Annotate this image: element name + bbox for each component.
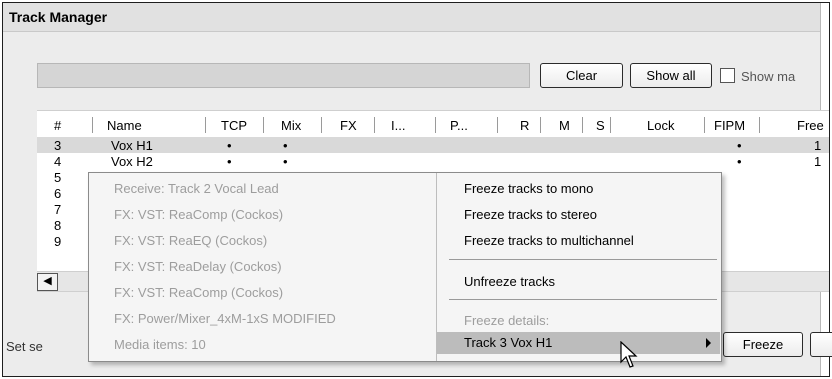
col-header-number[interactable]: # — [54, 118, 61, 133]
info-item: FX: VST: ReaDelay (Cockos) — [114, 259, 282, 274]
info-item: Receive: Track 2 Vocal Lead — [114, 181, 279, 196]
freeze-multichannel-item[interactable]: Freeze tracks to multichannel — [464, 233, 634, 248]
window-title: Track Manager — [9, 9, 108, 25]
table-row[interactable]: 4 Vox H2 • • • 1 — [37, 153, 829, 169]
clear-button[interactable]: Clear — [540, 63, 623, 88]
row-number: 3 — [54, 138, 62, 153]
col-header-mix[interactable]: Mix — [281, 118, 301, 133]
table-header: # Name TCP Mix FX I... P... R M S Lock F… — [37, 111, 829, 137]
show-master-checkbox[interactable] — [720, 68, 735, 83]
col-header-free[interactable]: Free — [797, 118, 824, 133]
menu-separator — [449, 299, 717, 300]
info-item: Media items: 10 — [114, 337, 206, 352]
freeze-details-label: Freeze details: — [464, 313, 550, 328]
menu-separator — [449, 259, 717, 260]
row-fipm[interactable]: • — [737, 154, 742, 169]
row-name: Vox H1 — [111, 138, 153, 153]
row-number: 6 — [54, 186, 62, 201]
track-info-panel: Receive: Track 2 Vocal Lead FX: VST: Rea… — [89, 173, 437, 361]
row-mix[interactable]: • — [283, 138, 288, 153]
info-item: FX: VST: ReaComp (Cockos) — [114, 207, 284, 222]
col-header-fx[interactable]: FX — [340, 118, 357, 133]
row-number: 5 — [54, 170, 62, 185]
mouse-cursor-icon — [620, 341, 638, 368]
status-text: Set se — [6, 339, 43, 354]
row-tcp[interactable]: • — [227, 154, 232, 169]
col-header-fipm[interactable]: FIPM — [714, 118, 745, 133]
col-header-lock[interactable]: Lock — [647, 118, 674, 133]
row-mix[interactable]: • — [283, 154, 288, 169]
col-header-record[interactable]: R — [520, 118, 529, 133]
row-fipm[interactable]: • — [737, 138, 742, 153]
unfreeze-item[interactable]: Unfreeze tracks — [464, 274, 555, 289]
col-header-p[interactable]: P... — [450, 118, 468, 133]
submenu-arrow-icon — [706, 338, 711, 348]
context-menu: Receive: Track 2 Vocal Lead FX: VST: Rea… — [88, 172, 722, 362]
col-header-input[interactable]: I... — [391, 118, 405, 133]
row-free: 1 — [814, 138, 822, 153]
col-header-name[interactable]: Name — [107, 118, 142, 133]
partial-button[interactable] — [810, 332, 832, 357]
col-header-mute[interactable]: M — [559, 118, 570, 133]
row-free: 1 — [814, 154, 822, 169]
freeze-button[interactable]: Freeze — [723, 332, 803, 357]
col-header-tcp[interactable]: TCP — [221, 118, 247, 133]
info-item: FX: VST: ReaComp (Cockos) — [114, 285, 284, 300]
row-number: 7 — [54, 202, 62, 217]
scroll-left-arrow-icon[interactable]: ◀ — [37, 273, 58, 291]
show-master-label: Show ma — [741, 69, 796, 84]
row-number: 9 — [54, 234, 62, 249]
title-bar[interactable]: Track Manager — [3, 3, 829, 32]
submenu-item-track[interactable]: Track 3 Vox H1 — [464, 335, 552, 350]
col-header-solo[interactable]: S — [596, 118, 605, 133]
freeze-stereo-item[interactable]: Freeze tracks to stereo — [464, 207, 597, 222]
row-number: 4 — [54, 154, 62, 169]
info-item: FX: VST: ReaEQ (Cockos) — [114, 233, 268, 248]
info-item: FX: Power/Mixer_4xM-1xS MODIFIED — [114, 311, 336, 326]
row-name: Vox H2 — [111, 154, 153, 169]
row-number: 8 — [54, 218, 62, 233]
row-tcp[interactable]: • — [227, 138, 232, 153]
show-all-button[interactable]: Show all — [630, 63, 712, 88]
freeze-mono-item[interactable]: Freeze tracks to mono — [464, 181, 593, 196]
table-row[interactable]: 3 Vox H1 • • • 1 — [37, 137, 829, 153]
filter-input[interactable] — [37, 63, 530, 88]
